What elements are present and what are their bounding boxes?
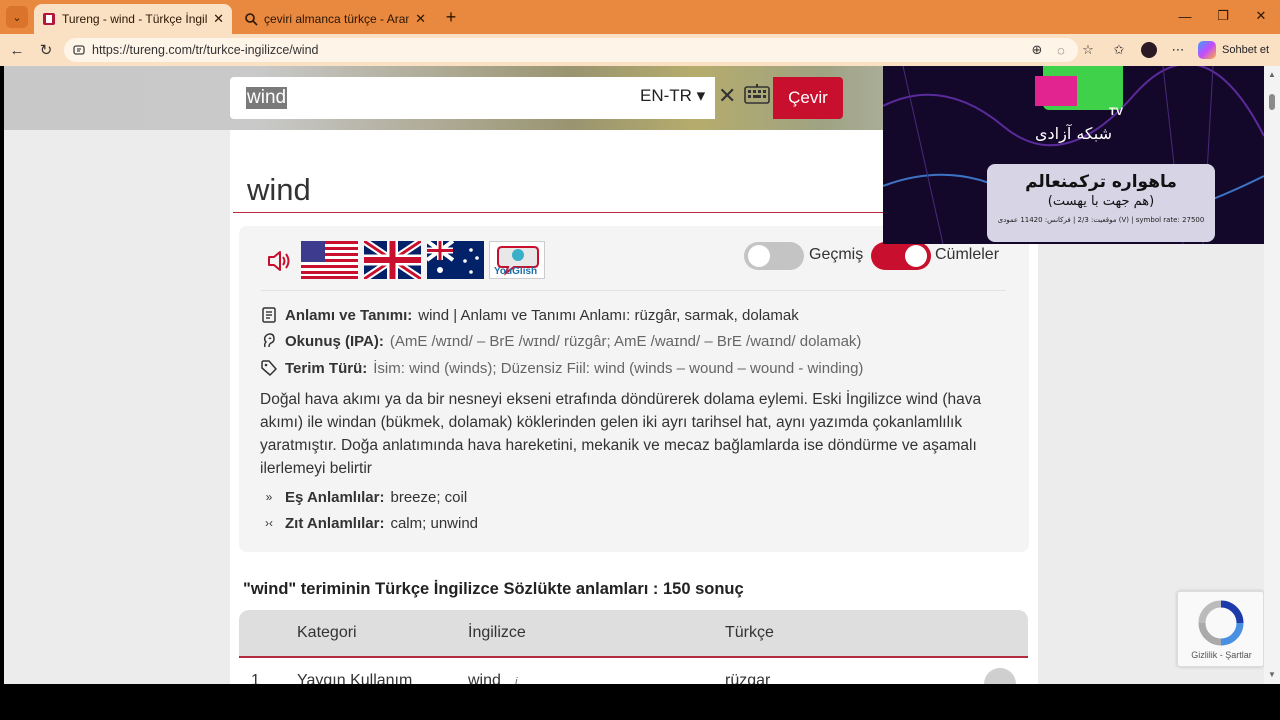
taskbar-area <box>0 684 1280 720</box>
info-subtitle: (هم جهت با یهست) <box>1047 194 1155 209</box>
clear-search-icon[interactable]: ✕ <box>718 83 736 109</box>
row-index: 1 <box>251 672 260 684</box>
ipa-value: (AmE /wɪnd/ – BrE /wɪnd/ rüzgâr; AmE /wa… <box>389 332 862 350</box>
restore-icon[interactable]: ❐ <box>1204 4 1242 28</box>
search-favicon-icon <box>245 13 258 26</box>
window-close-icon[interactable]: ✕ <box>1242 4 1280 28</box>
row-category[interactable]: Yaygın Kullanım <box>297 672 412 684</box>
reload-icon[interactable]: ↻ <box>34 39 58 61</box>
meaning-row: Anlamı ve Tanımı: wind | Anlamı ve Tanım… <box>260 306 799 324</box>
results-table: Kategori İngilizce Türkçe 1 Yaygın Kulla… <box>239 610 1028 684</box>
antonyms-row: ›‹ Zıt Anlamlılar: calm; unwind <box>260 514 478 532</box>
panel-divider <box>261 290 1006 291</box>
synonyms-label: Eş Anlamlılar: <box>285 488 385 506</box>
scroll-down-icon[interactable]: ▼ <box>1268 670 1276 679</box>
profile-avatar[interactable] <box>1138 39 1160 61</box>
url-text: https://tureng.com/tr/turkce-ingilizce/w… <box>92 43 319 57</box>
browser-titlebar: ⌄ Tureng - wind - Türkçe İngilizce Sö ✕ … <box>0 0 1280 34</box>
translate-button[interactable]: Çevir <box>773 77 843 119</box>
antonyms-value: calm; unwind <box>390 514 479 532</box>
recaptcha-icon <box>1198 600 1244 646</box>
copilot-button[interactable]: Sohbet et <box>1198 39 1269 61</box>
favorites-icon[interactable]: ✩ <box>1108 39 1130 61</box>
column-header-turkish: Türkçe <box>725 624 774 641</box>
column-header-english: İngilizce <box>468 624 526 641</box>
channel-logo-accent <box>1035 76 1077 106</box>
term-type-label: Terim Türü: <box>285 359 368 377</box>
info-title: ماهواره ترکمنعالم <box>1025 172 1177 192</box>
copilot-label: Sohbet et <box>1222 44 1270 56</box>
results-heading: "wind" teriminin Türkçe İngilizce Sözlük… <box>243 580 744 598</box>
minimize-icon[interactable]: — <box>1166 4 1204 28</box>
copilot-icon <box>1198 41 1216 59</box>
tab-tureng[interactable]: Tureng - wind - Türkçe İngilizce Sö ✕ <box>34 4 232 34</box>
antonyms-label: Zıt Anlamlılar: <box>285 514 385 532</box>
zoom-icon[interactable]: ⊕ <box>1026 39 1048 61</box>
site-info-icon[interactable] <box>72 43 86 57</box>
history-toggle-label: Geçmiş <box>809 246 864 263</box>
page-title: wind <box>247 172 311 207</box>
header-divider <box>239 656 1028 658</box>
recaptcha-badge[interactable]: Gizlilik - Şartlar <box>1177 591 1264 667</box>
ipa-row: Okunuş (IPA): (AmE /wɪnd/ – BrE /wɪnd/ r… <box>260 332 861 350</box>
video-overlay[interactable]: TV شبکه آزادی ماهواره ترکمنعالم (هم جهت … <box>883 66 1264 244</box>
title-divider <box>233 212 886 213</box>
speaker-icon[interactable] <box>266 248 292 274</box>
scrollbar-thumb[interactable] <box>1269 94 1275 110</box>
row-action-button[interactable] <box>984 668 1016 684</box>
language-selector[interactable]: EN-TR ▾ <box>640 86 705 106</box>
page-scrollbar[interactable]: ▲ ▼ <box>1264 66 1280 684</box>
scroll-up-icon[interactable]: ▲ <box>1268 70 1276 79</box>
row-word-type: i. <box>515 676 521 684</box>
channel-name: شبکه آزادی <box>1035 124 1112 143</box>
tab-label: çeviri almanca türkçe - Arama <box>264 12 410 26</box>
keyboard-icon[interactable] <box>744 83 770 105</box>
tab-search[interactable]: çeviri almanca türkçe - Arama ✕ <box>236 4 434 34</box>
row-english[interactable]: wind <box>468 672 501 684</box>
tab-label: Tureng - wind - Türkçe İngilizce Sö <box>62 12 208 26</box>
ipa-label: Okunuş (IPA): <box>285 332 384 350</box>
opposite-arrows-icon: ›‹ <box>265 516 273 530</box>
favorite-star-icon[interactable]: ☆ <box>1077 39 1099 61</box>
info-frequency: موقعیت: 2/3 | فرکانس: 11420 عمودی (V) | … <box>997 216 1205 224</box>
term-type-row: Terim Türü: İsim: wind (winds); Düzensiz… <box>260 359 863 377</box>
more-options-icon[interactable]: ⋯ <box>1167 39 1189 61</box>
meaning-value: wind | Anlamı ve Tanımı Anlamı: rüzgâr, … <box>418 306 799 324</box>
read-aloud-icon[interactable]: ◌ <box>1050 39 1072 61</box>
new-tab-plus-icon[interactable]: + <box>440 6 462 28</box>
sentences-toggle-label: Cümleler <box>935 246 1000 263</box>
ear-icon <box>263 333 275 348</box>
uk-flag-icon[interactable] <box>364 241 421 279</box>
tag-icon <box>261 360 277 376</box>
table-header: Kategori İngilizce Türkçe <box>239 610 1028 658</box>
history-toggle[interactable] <box>744 242 804 270</box>
search-query[interactable]: wind <box>246 87 288 109</box>
channel-tv-label: TV <box>1109 106 1124 118</box>
page-viewport: wind EN-TR ▾ ✕ Çevir wind YouGlish Geçmi… <box>4 66 1264 684</box>
youglish-button[interactable]: YouGlish <box>489 241 545 279</box>
back-arrow-icon[interactable]: ← <box>5 39 29 61</box>
double-chevron-right-icon: » <box>265 490 273 504</box>
tab-close-icon[interactable]: ✕ <box>213 11 224 27</box>
row-turkish[interactable]: rüzgar <box>725 672 770 684</box>
synonyms-row: » Eş Anlamlılar: breeze; coil <box>260 488 468 506</box>
australia-flag-icon[interactable] <box>427 241 484 279</box>
tab-close-icon[interactable]: ✕ <box>415 11 426 27</box>
definition-text: Doğal hava akımı ya da bir nesneyi eksen… <box>260 391 982 477</box>
address-bar[interactable]: https://tureng.com/tr/turkce-ingilizce/w… <box>64 38 1078 62</box>
tureng-favicon-icon <box>43 13 55 25</box>
column-header-category: Kategori <box>297 624 357 641</box>
tab-actions-chevron-icon[interactable]: ⌄ <box>6 6 28 28</box>
recaptcha-links[interactable]: Gizlilik - Şartlar <box>1178 650 1264 660</box>
us-flag-icon[interactable] <box>301 241 358 279</box>
synonyms-value: breeze; coil <box>390 488 468 506</box>
sentences-toggle[interactable] <box>871 242 931 270</box>
browser-toolbar: ← ↻ https://tureng.com/tr/turkce-ingiliz… <box>0 34 1280 66</box>
youglish-label: YouGlish <box>494 266 538 277</box>
book-icon <box>262 307 276 323</box>
meaning-label: Anlamı ve Tanımı: <box>285 306 413 324</box>
term-type-value: İsim: wind (winds); Düzensiz Fiil: wind … <box>373 359 864 377</box>
